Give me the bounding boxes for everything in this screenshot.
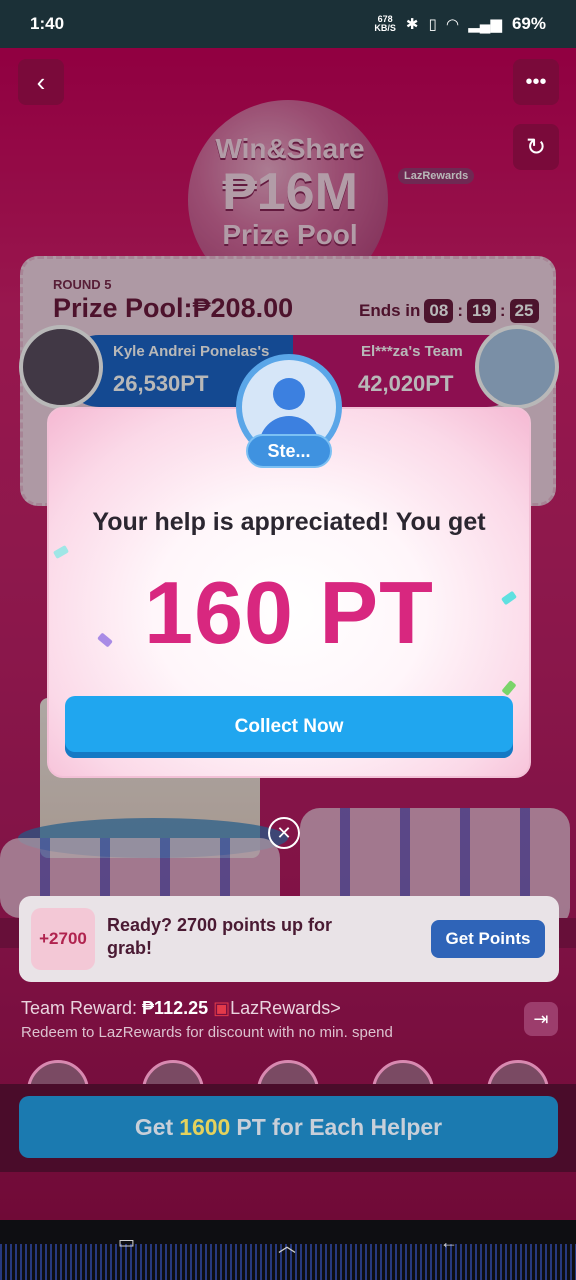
modal-message: Your help is appreciated! You get (92, 508, 486, 536)
team-reward-amount: ₱112.25 (142, 998, 209, 1018)
wifi-icon: ◠ (446, 16, 459, 33)
ready-text: Ready? 2700 points up for grab! (107, 915, 333, 958)
bluetooth-icon: ✱ (405, 16, 419, 33)
refresh-icon: ↻ (525, 133, 547, 161)
get-points-button[interactable]: Get Points (431, 920, 545, 958)
close-icon: ✕ (276, 822, 292, 843)
vibrate-icon: ▯ (428, 16, 437, 33)
lazrewards-link[interactable]: LazRewards> (230, 998, 341, 1018)
system-nav-bar: ▭ ︿ ← (0, 1220, 576, 1280)
team-reward: Team Reward: ₱112.25 ▣LazRewards> (21, 998, 341, 1019)
red-envelope-icon: ▣ (213, 998, 231, 1018)
net-speed: 678 KB/S (374, 15, 396, 33)
bonus-badge: +2700 (31, 908, 95, 970)
more-icon: ••• (525, 70, 547, 93)
collect-now-button[interactable]: Collect Now (65, 696, 513, 758)
helper-name: Ste... (246, 434, 332, 468)
close-button[interactable]: ✕ (268, 817, 300, 849)
get-pt-prefix: Get (134, 1113, 174, 1140)
refresh-button[interactable]: ↻ (513, 124, 559, 170)
status-bar: 1:40 678 KB/S ✱ ▯ ◠ ▂▄▆ 69% (0, 0, 576, 48)
net-speed-unit: KB/S (374, 23, 396, 33)
signal-icon: ▂▄▆ (468, 16, 502, 33)
reward-points: 160 PT (144, 563, 434, 662)
back-nav-icon[interactable]: ← (440, 1232, 458, 1253)
exit-button[interactable]: ⇥ (524, 1002, 558, 1036)
exit-icon: ⇥ (533, 1008, 549, 1029)
team-reward-label: Team Reward: (21, 998, 143, 1018)
get-pt-suffix: PT for Each Helper (236, 1113, 443, 1140)
ready-card: +2700 Ready? 2700 points up for grab! Ge… (19, 896, 559, 982)
chevron-left-icon: ‹ (36, 66, 46, 97)
status-icons: 678 KB/S ✱ ▯ ◠ ▂▄▆ 69% (374, 14, 546, 34)
status-time: 1:40 (30, 14, 65, 33)
back-button[interactable]: ‹ (18, 59, 64, 105)
more-button[interactable]: ••• (513, 59, 559, 105)
home-icon[interactable]: ︿ (278, 1232, 296, 1258)
recents-icon[interactable]: ▭ (118, 1232, 135, 1253)
redeem-text: Redeem to LazRewards for discount with n… (21, 1024, 393, 1041)
avatar-head (273, 378, 305, 410)
get-pt-helper-button[interactable]: Get 1600 PT for Each Helper (19, 1096, 558, 1158)
get-pt-highlight: 1600 (179, 1113, 231, 1140)
battery-level: 69% (511, 14, 546, 33)
